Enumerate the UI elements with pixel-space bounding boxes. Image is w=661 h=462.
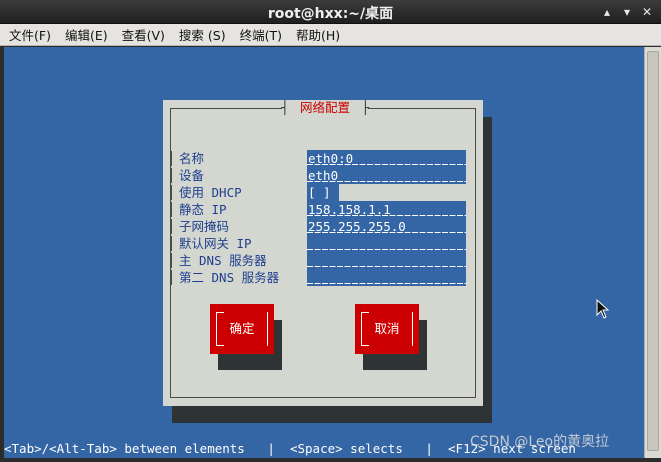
- field-marker: [170, 151, 172, 166]
- netmask-label: 子网掩码: [179, 219, 230, 234]
- field-row-device: 设备 eth0: [163, 167, 483, 184]
- dialog-frame-bottom: [170, 397, 476, 398]
- maximize-icon[interactable]: ▾: [619, 4, 635, 20]
- ok-button[interactable]: 确定: [210, 304, 274, 354]
- network-config-dialog: 网络配置 名称 eth0:0 设备 eth0 使用 DHCP [ ] 静态 IP…: [163, 100, 483, 406]
- field-row-static-ip: 静态 IP 158.158.1.1: [163, 201, 483, 218]
- static-ip-input[interactable]: 158.158.1.1: [307, 201, 466, 218]
- scrollbar-thumb[interactable]: [647, 51, 659, 451]
- dhcp-checkbox[interactable]: [ ]: [307, 184, 339, 201]
- field-row-secondary-dns: 第二 DNS 服务器: [163, 269, 483, 286]
- menu-view[interactable]: 查看(V): [122, 25, 165, 44]
- gateway-input[interactable]: [307, 235, 466, 252]
- netmask-input[interactable]: 255.255.255.0: [307, 218, 466, 235]
- field-marker: [170, 202, 172, 217]
- field-marker: [170, 219, 172, 234]
- secondary-dns-label: 第二 DNS 服务器: [179, 270, 280, 285]
- primary-dns-input[interactable]: [307, 252, 466, 269]
- mouse-cursor-icon: [596, 299, 610, 319]
- close-icon[interactable]: ✕: [639, 4, 655, 20]
- dhcp-label: 使用 DHCP: [179, 185, 242, 200]
- name-label: 名称: [179, 151, 205, 166]
- field-row-netmask: 子网掩码 255.255.255.0: [163, 218, 483, 235]
- menubar: 文件(F) 编辑(E) 查看(V) 搜索 (S) 终端(T) 帮助(H): [0, 24, 661, 46]
- field-row-name: 名称 eth0:0: [163, 150, 483, 167]
- menu-search[interactable]: 搜索 (S): [179, 25, 226, 44]
- minimize-icon[interactable]: ▴: [599, 4, 615, 20]
- menu-file[interactable]: 文件(F): [9, 25, 51, 44]
- secondary-dns-input[interactable]: [307, 269, 466, 286]
- cancel-button[interactable]: 取消: [355, 304, 419, 354]
- field-marker: [170, 185, 172, 200]
- dialog-title: 网络配置: [281, 100, 369, 116]
- field-row-dhcp: 使用 DHCP [ ]: [163, 184, 483, 201]
- dialog-frame-top-right: [368, 108, 476, 109]
- gateway-label: 默认网关 IP: [179, 236, 252, 251]
- device-label: 设备: [179, 168, 205, 183]
- scrollbar[interactable]: [644, 47, 661, 458]
- watermark: CSDN @Leo的黄奥拉: [470, 434, 610, 450]
- device-input[interactable]: eth0: [307, 167, 466, 184]
- field-marker: [170, 253, 172, 268]
- name-input[interactable]: eth0:0: [307, 150, 466, 167]
- field-marker: [170, 168, 172, 183]
- static-ip-label: 静态 IP: [179, 202, 227, 217]
- field-row-gateway: 默认网关 IP: [163, 235, 483, 252]
- field-marker: [170, 270, 172, 285]
- dialog-frame-top-left: [170, 108, 282, 109]
- field-marker: [170, 236, 172, 251]
- menu-terminal[interactable]: 终端(T): [240, 25, 282, 44]
- field-row-primary-dns: 主 DNS 服务器: [163, 252, 483, 269]
- window-bottom-edge: [0, 458, 661, 462]
- window-titlebar[interactable]: root@hxx:~/桌面 ▴ ▾ ✕: [0, 0, 661, 24]
- window-title: root@hxx:~/桌面: [267, 6, 394, 22]
- menu-help[interactable]: 帮助(H): [296, 25, 340, 44]
- ok-button-label: 确定: [229, 321, 255, 336]
- cancel-button-label: 取消: [374, 321, 400, 336]
- primary-dns-label: 主 DNS 服务器: [179, 253, 267, 268]
- menu-edit[interactable]: 编辑(E): [65, 25, 108, 44]
